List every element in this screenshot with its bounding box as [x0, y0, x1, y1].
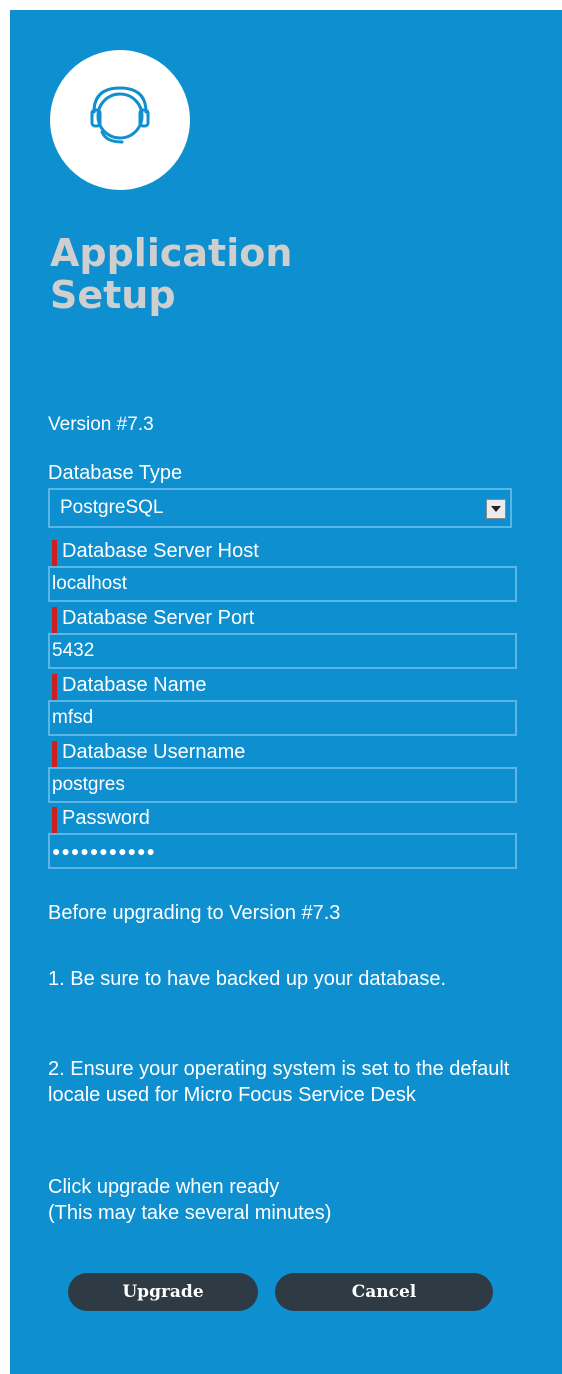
app-title-line-1: Application: [50, 231, 293, 275]
server-port-input[interactable]: 5432: [48, 633, 517, 669]
password-label: Password: [62, 807, 150, 829]
cancel-button[interactable]: Cancel: [275, 1273, 493, 1311]
username-value: postgres: [52, 774, 125, 795]
upgrade-step-1: 1. Be sure to have backed up your databa…: [48, 968, 447, 990]
logo: [50, 50, 190, 190]
server-port-label: Database Server Port: [62, 607, 255, 629]
database-type-selected-value: PostgreSQL: [60, 497, 164, 518]
ready-line-1: Click upgrade when ready: [48, 1176, 280, 1198]
database-name-input[interactable]: mfsd: [48, 700, 517, 736]
version-label: Version #7.3: [48, 414, 154, 435]
setup-panel: Application Setup Version #7.3 Database …: [10, 10, 562, 1374]
database-type-label: Database Type: [48, 462, 183, 484]
password-input[interactable]: ●●●●●●●●●●●: [48, 833, 517, 869]
server-port-value: 5432: [52, 640, 95, 661]
chevron-down-icon[interactable]: [486, 499, 506, 519]
upgrade-step-2: 2. Ensure your operating system is set t…: [48, 1058, 510, 1106]
headset-icon: [90, 86, 150, 144]
ready-line-2: (This may take several minutes): [48, 1202, 332, 1224]
app-title: Application Setup: [50, 232, 450, 316]
server-host-value: localhost: [52, 573, 127, 594]
app-title-line-2: Setup: [50, 273, 176, 317]
upgrade-button[interactable]: Upgrade: [68, 1273, 258, 1311]
username-label: Database Username: [62, 741, 246, 763]
username-input[interactable]: postgres: [48, 767, 517, 803]
server-host-input[interactable]: localhost: [48, 566, 517, 602]
password-masked-value: ●●●●●●●●●●●: [52, 843, 157, 859]
server-host-label: Database Server Host: [62, 540, 259, 562]
database-name-label: Database Name: [62, 674, 207, 696]
upgrade-heading: Before upgrading to Version #7.3: [48, 902, 341, 924]
database-type-select[interactable]: PostgreSQL: [48, 488, 512, 528]
database-name-value: mfsd: [52, 707, 94, 728]
ready-notice: Click upgrade when ready (This may take …: [48, 1174, 518, 1226]
